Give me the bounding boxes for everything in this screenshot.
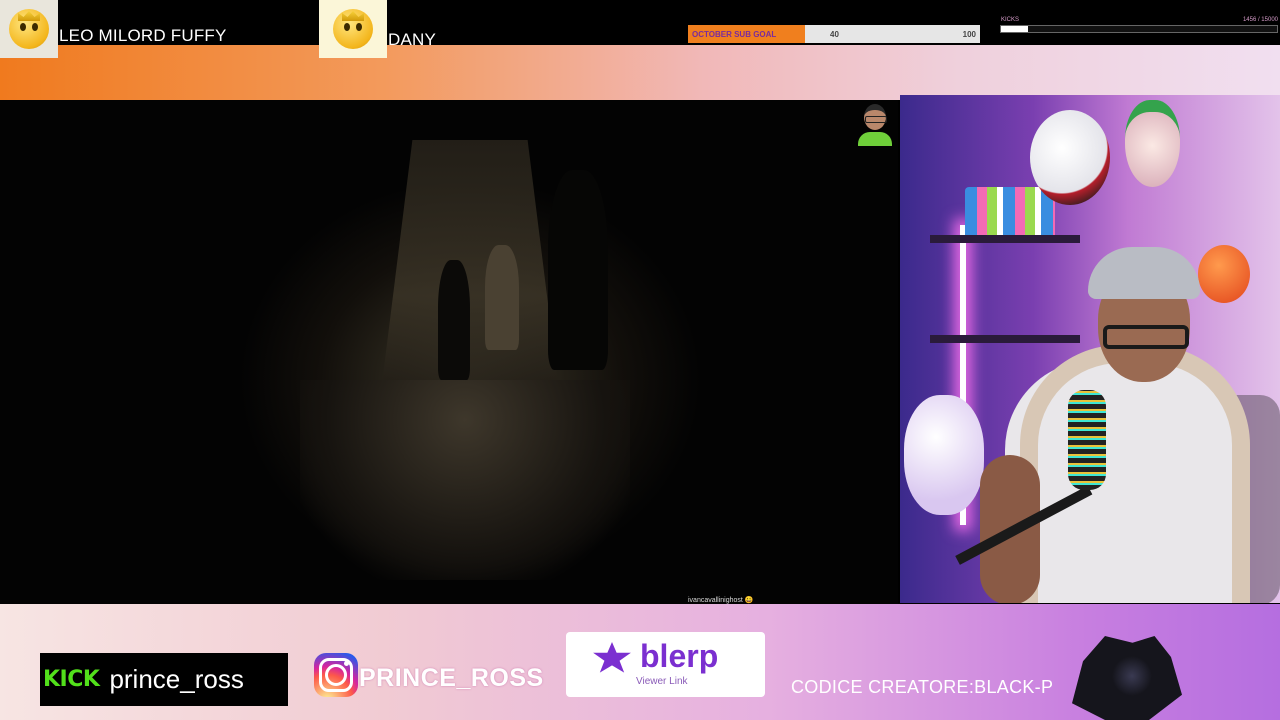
black-panther-icon: [1052, 626, 1202, 720]
kicks-progress-track: [1000, 25, 1278, 33]
shelf: [930, 335, 1080, 343]
memoji-avatar-icon: [856, 102, 894, 146]
supporter-avatar-2: [319, 0, 387, 58]
streamer-cap: [1088, 247, 1200, 299]
supporter-name-1: LEO MILORD FUFFY: [59, 26, 227, 45]
microphone: [1068, 390, 1106, 490]
sub-goal-bar: OCTOBER SUB GOAL 40 100: [688, 25, 980, 43]
kicks-value: 1456 / 15000: [1242, 17, 1278, 23]
kicks-goal: KICKS 1456 / 15000: [1000, 15, 1278, 37]
blerp-wordmark: blerp: [640, 638, 719, 674]
bottom-bar: KICK prince_ross PRINCE_ROSS blerp Viewe…: [0, 604, 1280, 720]
kick-username: prince_ross: [109, 664, 244, 694]
shelf: [930, 235, 1080, 243]
crowned-emoji-icon: [333, 9, 373, 49]
blerp-logo-icon: [593, 642, 631, 673]
sub-goal-label: OCTOBER SUB GOAL: [692, 30, 777, 39]
game-pillar: [548, 170, 608, 370]
smile-icon: 😀: [744, 597, 754, 604]
pumpkin-balloon: [1198, 245, 1250, 303]
blerp-subtitle: Viewer Link: [636, 676, 688, 687]
webcam-feed: [900, 95, 1280, 603]
supporter-avatar-1: [0, 0, 58, 58]
blerp-viewer-link[interactable]: blerp Viewer Link: [566, 632, 765, 697]
kicks-progress-fill: [1001, 26, 1028, 32]
caption-user: ivancavallinighost: [688, 597, 743, 604]
instagram-icon[interactable]: [314, 653, 358, 697]
kick-logo-icon: KICK: [43, 667, 100, 692]
ghost-balloon: [1030, 110, 1110, 205]
game-figure: [485, 245, 519, 350]
ghost-decoration: [904, 395, 984, 515]
game-figure: [438, 260, 470, 380]
game-capture: [0, 100, 898, 604]
sub-goal-current: 40: [830, 30, 839, 39]
joker-mask: [1125, 100, 1180, 187]
creator-code: CODICE CREATORE:BLACK-P: [791, 677, 1054, 697]
game-floor: [300, 380, 630, 580]
game-corridor: [380, 140, 560, 400]
bottles: [965, 187, 1055, 235]
game-caption: ivancavallinighost 😀: [688, 596, 754, 604]
instagram-username[interactable]: PRINCE_ROSS: [359, 664, 544, 693]
streamer-hoodie: [1020, 345, 1250, 603]
supporter-name-2: DANY: [388, 30, 437, 49]
kicks-label: KICKS: [1001, 17, 1020, 23]
crowned-emoji-icon: [9, 9, 49, 49]
streamer-glasses: [1103, 325, 1189, 349]
sub-goal-target: 100: [962, 30, 976, 39]
top-gradient-band: [0, 45, 1280, 100]
kick-channel-link[interactable]: KICK prince_ross: [40, 653, 288, 706]
